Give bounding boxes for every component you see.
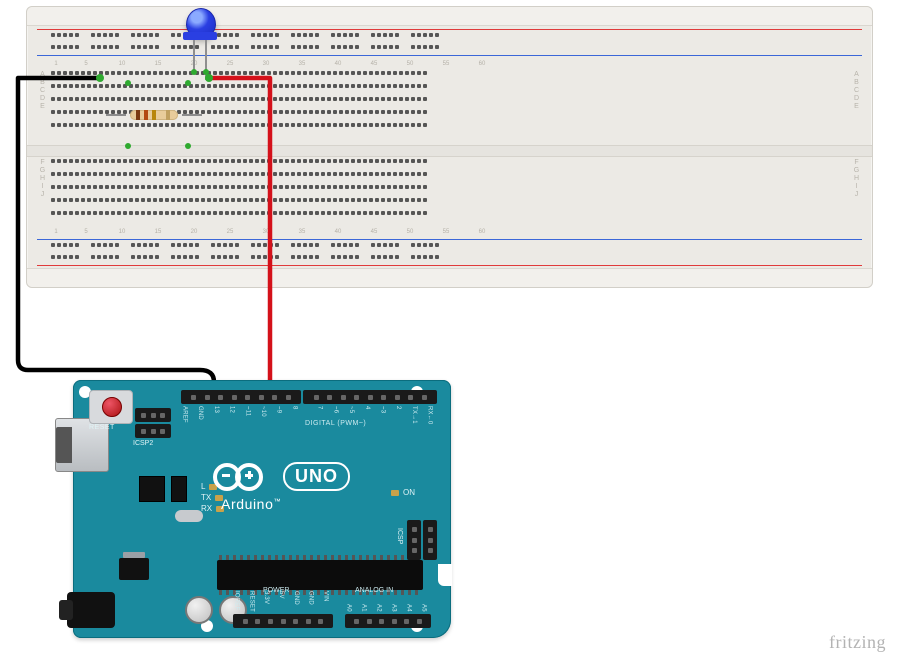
arduino-logo: UNO bbox=[213, 462, 350, 491]
digital-header-left[interactable] bbox=[181, 390, 301, 404]
analog-section-label: ANALOG IN bbox=[355, 587, 393, 594]
model-badge: UNO bbox=[283, 462, 350, 491]
digital-section-label: DIGITAL (PWM~) bbox=[305, 420, 366, 427]
power-rail-bottom[interactable] bbox=[51, 243, 848, 247]
icsp-label: ICSP bbox=[396, 528, 403, 544]
atmega-ic bbox=[217, 560, 423, 590]
resistor[interactable] bbox=[124, 108, 184, 122]
power-on-led: ON bbox=[391, 488, 415, 497]
crystal-oscillator bbox=[175, 510, 203, 522]
digital-header-right[interactable] bbox=[303, 390, 437, 404]
power-rail-bottom-2[interactable] bbox=[51, 255, 848, 259]
led-cathode-leg bbox=[193, 40, 195, 70]
power-header[interactable] bbox=[233, 614, 333, 628]
led-anode-leg bbox=[205, 40, 207, 80]
terminal-strip-bottom[interactable] bbox=[51, 159, 848, 215]
analog-header[interactable] bbox=[345, 614, 431, 628]
reset-button[interactable] bbox=[89, 390, 133, 424]
voltage-regulator bbox=[119, 558, 149, 580]
power-rail-top-2[interactable] bbox=[51, 45, 848, 49]
reset-label: RESET bbox=[89, 424, 115, 431]
icsp2-header[interactable] bbox=[135, 408, 171, 422]
power-section-label: POWER bbox=[263, 587, 289, 594]
icsp2-header-row2[interactable] bbox=[135, 424, 171, 438]
arduino-uno-board: RESET ICSP2 AREFGND1312~11~10~987~6~54~3… bbox=[73, 380, 451, 638]
ic-chip-2 bbox=[171, 476, 187, 502]
led-blue[interactable] bbox=[183, 8, 217, 48]
fritzing-watermark: fritzing bbox=[829, 632, 886, 653]
icsp-header[interactable] bbox=[423, 520, 437, 560]
analog-pin-labels: A0A1A2A3A4A5 bbox=[345, 604, 427, 612]
dc-power-jack[interactable] bbox=[67, 592, 115, 628]
breadboard: ABCDE ABCDE FGHIJ FGHIJ 1 5 10 15 20 25 … bbox=[26, 6, 873, 288]
icsp-header-col2[interactable] bbox=[407, 520, 421, 560]
infinity-logo-icon bbox=[213, 463, 273, 491]
power-rail-top[interactable] bbox=[51, 33, 848, 37]
center-divider bbox=[27, 145, 872, 157]
power-pin-labels: IOREFRESET3.3V5VGNDGNDVIN bbox=[233, 591, 329, 612]
resistor-body bbox=[130, 110, 178, 120]
brand-text: Arduino™ bbox=[221, 496, 281, 512]
ic-chip-1 bbox=[139, 476, 165, 502]
icsp2-label: ICSP2 bbox=[133, 440, 153, 447]
